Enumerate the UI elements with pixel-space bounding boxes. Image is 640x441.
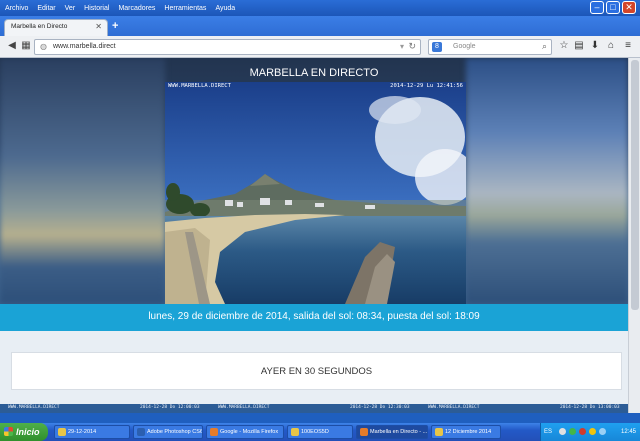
menu-historial[interactable]: Historial [84,5,109,12]
webcam-hero: MARBELLA EN DIRECTO WWW.MARBELLA.DIRECT … [0,58,628,304]
url-text: www.marbella.direct [53,43,116,50]
google-icon[interactable]: 8 [432,42,442,52]
taskbar-item-photoshop[interactable]: Adobe Photoshop CS6 [133,425,203,439]
scrollbar-thumb[interactable] [631,60,639,310]
navigation-toolbar: ◀ ▦ ◍ www.marbella.direct ▾ ↻ 8 Google ⌕… [0,36,640,58]
menu-herramientas[interactable]: Herramientas [164,5,206,12]
photoshop-icon [137,428,145,436]
windows-flag-icon [4,427,13,436]
globe-icon: ◍ [40,42,47,51]
tab-strip: Marbella en Directo ✕ + [0,16,640,36]
search-placeholder: Google [453,43,476,50]
thumb-timestamp: 2014-12-28 Do 12:00:03 [140,405,200,410]
windows-taskbar: Inicio 29-12-2014 Adobe Photoshop CS6 Go… [0,423,640,441]
taskbar-item-marbella[interactable]: Marbella en Directo - ... [356,425,428,439]
firefox-icon [360,428,368,436]
window-controls: – □ ✕ [590,1,636,14]
taskbar-item-folder[interactable]: 29-12-2014 [54,425,130,439]
taskbar-item-label: 12 Diciembre 2014 [445,429,492,435]
thumb-label: WWW.MARBELLA.DIRECT [428,405,480,410]
minimize-button[interactable]: – [590,1,604,14]
taskbar-item-label: Adobe Photoshop CS6 [147,429,203,435]
taskbar-item-diciembre[interactable]: 12 Diciembre 2014 [431,425,501,439]
taskbar-clock[interactable]: 12:45 [621,423,636,441]
blurred-background-left [0,58,165,304]
home-icon[interactable]: ⌂ [604,39,618,53]
network-icon[interactable] [559,428,566,435]
sun-info-bar: lunes, 29 de diciembre de 2014, salida d… [0,304,628,331]
menu-marcadores[interactable]: Marcadores [118,5,155,12]
menu-ver[interactable]: Ver [65,5,76,12]
search-icon[interactable]: ⌕ [542,41,547,52]
ayer-en-30-segundos-button[interactable]: AYER EN 30 SEGUNDOS [11,352,622,390]
folder-icon [435,428,443,436]
thumb-label: WWW.MARBELLA.DIRECT [8,405,60,410]
webcam-watermark: WWW.MARBELLA.DIRECT [168,83,231,89]
taskbar-item-label: Marbella en Directo - ... [370,429,428,435]
start-button[interactable]: Inicio [0,423,48,441]
webcam-scene [165,82,466,304]
browser-menubar: Archivo Editar Ver Historial Marcadores … [0,0,640,16]
sun-info-text: lunes, 29 de diciembre de 2014, salida d… [148,311,480,322]
web-page: MARBELLA EN DIRECTO WWW.MARBELLA.DIRECT … [0,58,628,413]
system-tray: ES 12:45 [540,423,640,441]
menu-ayuda[interactable]: Ayuda [215,5,235,12]
tab-marbella[interactable]: Marbella en Directo ✕ [4,19,108,36]
menu-archivo[interactable]: Archivo [5,5,28,12]
close-window-button[interactable]: ✕ [622,1,636,14]
taskbar-item-label: 29-12-2014 [68,429,97,435]
download-icon[interactable]: ⬇ [588,39,602,53]
dropdown-arrow-icon[interactable]: ▾ [400,42,404,51]
tab-title: Marbella en Directo [11,23,68,30]
firefox-icon [210,428,218,436]
thumb-timestamp: 2014-12-28 Do 12:30:03 [350,405,410,410]
taskbar-item-label: 100EOS5D [301,429,329,435]
antivirus-icon[interactable] [579,428,586,435]
start-label: Inicio [16,427,40,437]
back-arrow-icon[interactable]: ◀ [5,39,19,53]
volume-icon[interactable] [599,428,606,435]
tab-close-icon[interactable]: ✕ [95,22,102,31]
page-title: MARBELLA EN DIRECTO [249,67,379,79]
reload-icon[interactable]: ↻ [408,41,416,52]
address-bar[interactable]: ◍ www.marbella.direct ▾ ↻ [34,39,421,55]
folder-icon [58,428,66,436]
taskbar-item-label: Google - Mozilla Firefox [220,429,279,435]
folder-icon [291,428,299,436]
thumb-timestamp: 2014-12-28 Do 13:00:03 [560,405,620,410]
taskbar-item-firefox[interactable]: Google - Mozilla Firefox [206,425,284,439]
page-scrollbar[interactable] [628,58,640,413]
hamburger-menu-icon[interactable]: ≡ [621,39,635,53]
security-icon[interactable] [569,428,576,435]
blurred-background-right [466,58,628,304]
menu-editar[interactable]: Editar [37,5,55,12]
taskbar-item-folder-eos[interactable]: 100EOS5D [287,425,353,439]
thumbnail-strip: WWW.MARBELLA.DIRECT 2014-12-28 Do 12:00:… [0,404,628,413]
webcam-timestamp: 2014-12-29 Lu 12:41:56 [390,83,463,89]
bookmark-star-icon[interactable]: ☆ [557,39,571,53]
clipboard-icon[interactable]: ▤ [572,39,586,53]
thumb-label: WWW.MARBELLA.DIRECT [218,405,270,410]
search-field[interactable]: 8 Google ⌕ [428,39,552,55]
new-tab-button[interactable]: + [112,20,118,32]
home-page-icon[interactable]: ▦ [19,39,33,53]
webcam-image[interactable]: WWW.MARBELLA.DIRECT 2014-12-29 Lu 12:41:… [165,82,466,304]
language-indicator[interactable]: ES [544,423,552,441]
notification-icon[interactable] [589,428,596,435]
maximize-button[interactable]: □ [606,1,620,14]
